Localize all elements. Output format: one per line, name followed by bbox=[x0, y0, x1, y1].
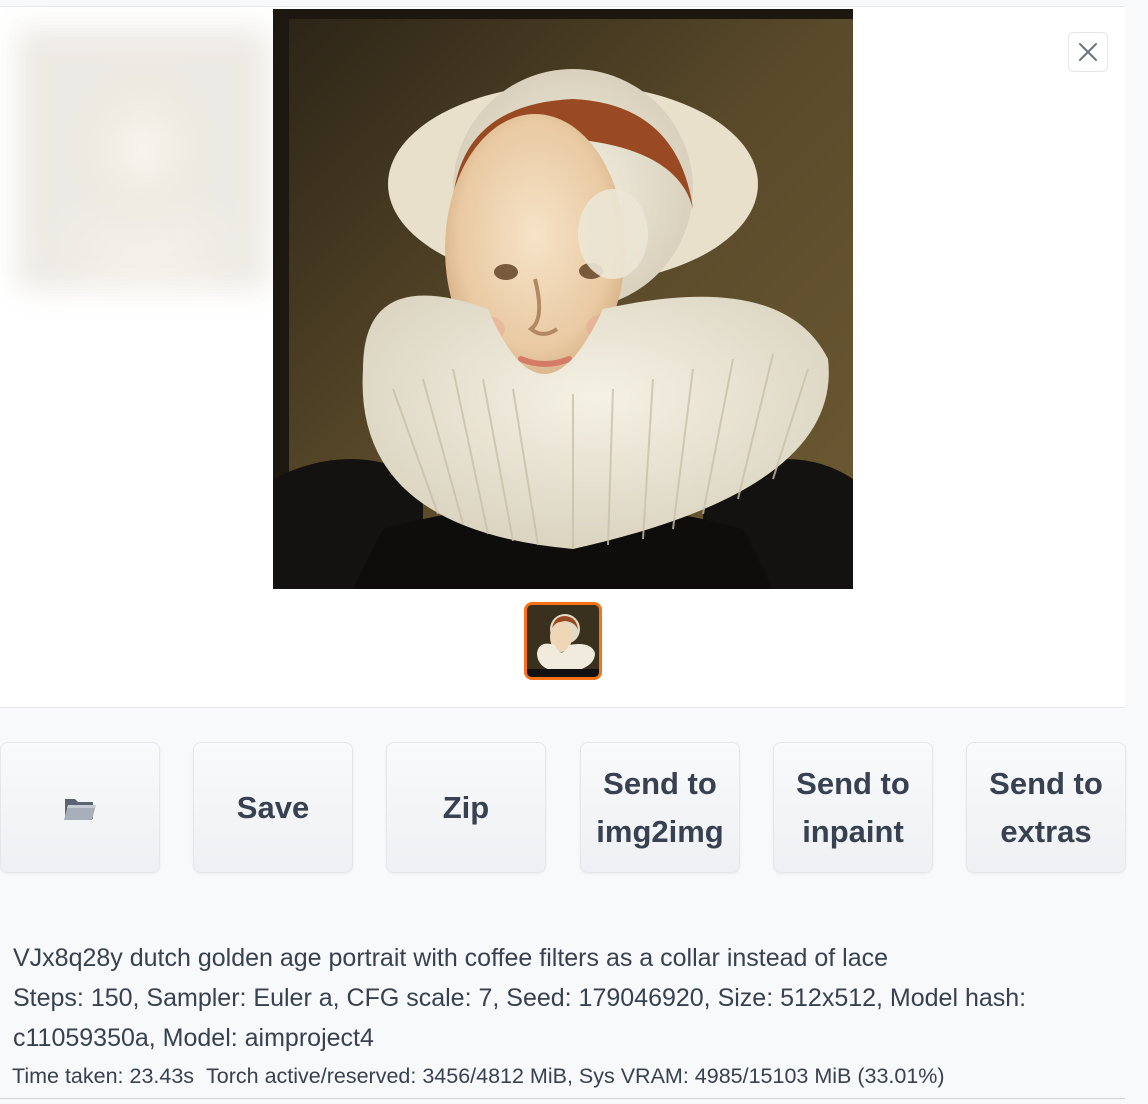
divider bbox=[0, 1098, 1125, 1099]
send-to-extras-label: Send to extras bbox=[989, 765, 1103, 849]
memory-usage: Torch active/reserved: 3456/4812 MiB, Sy… bbox=[206, 1064, 945, 1088]
close-button[interactable] bbox=[1068, 32, 1108, 72]
generation-info: VJx8q28y dutch golden age portrait with … bbox=[13, 938, 1123, 1058]
send-to-extras-button[interactable]: Send to extras bbox=[966, 742, 1126, 873]
selected-thumbnail[interactable] bbox=[524, 602, 602, 680]
parameters-text: Steps: 150, Sampler: Euler a, CFG scale:… bbox=[13, 984, 1027, 1052]
send-to-img2img-button[interactable]: Send to img2img bbox=[580, 742, 740, 873]
folder-icon bbox=[64, 798, 96, 820]
save-button[interactable]: Save bbox=[193, 742, 353, 873]
prompt-text: VJx8q28y dutch golden age portrait with … bbox=[13, 944, 889, 972]
send-to-inpaint-label: Send to inpaint bbox=[796, 765, 910, 849]
main-image[interactable] bbox=[273, 9, 853, 589]
image-gallery bbox=[0, 6, 1125, 708]
zip-button[interactable]: Zip bbox=[386, 742, 546, 873]
zip-button-label: Zip bbox=[442, 789, 490, 825]
open-folder-button[interactable] bbox=[0, 742, 160, 873]
close-icon bbox=[1079, 43, 1097, 61]
portrait-painting bbox=[273, 9, 853, 589]
thumbnail-image bbox=[527, 605, 599, 677]
send-to-img2img-label: Send to img2img bbox=[596, 765, 724, 849]
time-taken: Time taken: 23.43s bbox=[12, 1064, 195, 1088]
action-button-row: Save Zip Send to img2img Send to inpaint… bbox=[0, 742, 1148, 874]
blurred-preview-image bbox=[18, 29, 268, 289]
save-button-label: Save bbox=[236, 789, 310, 825]
performance-stats: Time taken: 23.43s Torch active/reserved:… bbox=[12, 1064, 945, 1089]
send-to-inpaint-button[interactable]: Send to inpaint bbox=[773, 742, 933, 873]
